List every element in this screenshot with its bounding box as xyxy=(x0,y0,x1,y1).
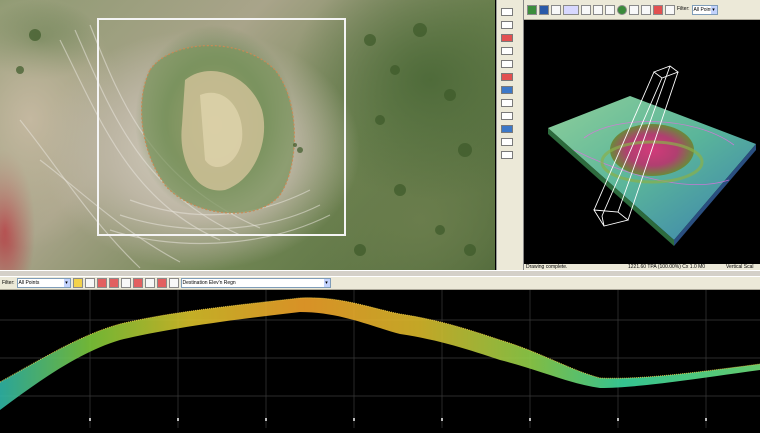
export-icon[interactable] xyxy=(501,125,513,133)
viewer-3d-window: Filter: All Points ▾ Drawing complete. 1… xyxy=(524,0,760,270)
select-points-icon[interactable] xyxy=(84,278,95,288)
color-icon[interactable] xyxy=(501,86,513,94)
measure-icon[interactable] xyxy=(641,4,651,15)
viewer-3d-canvas[interactable] xyxy=(524,20,760,264)
classification-icon[interactable] xyxy=(563,4,579,15)
grid-icon[interactable] xyxy=(501,99,513,107)
chevron-down-icon: ▾ xyxy=(710,5,717,14)
settings-icon[interactable] xyxy=(501,138,513,146)
zoom-in-icon[interactable] xyxy=(593,4,603,15)
unclassify-icon[interactable] xyxy=(108,278,119,288)
color-mode-icon[interactable] xyxy=(539,4,549,15)
chevron-down-icon: ▾ xyxy=(63,279,70,287)
draw-icon[interactable] xyxy=(501,60,513,68)
viewer-toolbar: Filter: All Points ▾ xyxy=(524,0,760,20)
info-icon[interactable] xyxy=(501,151,513,159)
display-mode-icon[interactable] xyxy=(527,4,537,15)
layer-icon[interactable] xyxy=(501,73,513,81)
info-icon[interactable] xyxy=(665,4,675,15)
profile-view[interactable] xyxy=(0,290,760,428)
profile-icon[interactable] xyxy=(501,112,513,120)
delete-icon[interactable] xyxy=(653,4,663,15)
building-icon[interactable] xyxy=(144,278,155,288)
chevron-down-icon: ▾ xyxy=(323,279,330,287)
viewer-filter-label: Filter: xyxy=(677,6,690,12)
map-view[interactable] xyxy=(0,0,495,270)
selection-rectangle[interactable] xyxy=(97,18,346,236)
vegetation-icon[interactable] xyxy=(132,278,143,288)
classify-icon[interactable] xyxy=(96,278,107,288)
noise-icon[interactable] xyxy=(168,278,179,288)
vertical-toolbar xyxy=(496,0,524,270)
destination-select[interactable]: Destination Elev'n Regn ▾ xyxy=(180,278,331,288)
profile-filter-label: Filter: xyxy=(2,279,15,286)
zoom-out-icon[interactable] xyxy=(605,4,615,15)
filter-icon[interactable] xyxy=(72,278,83,288)
ground-icon[interactable] xyxy=(120,278,131,288)
points-icon[interactable] xyxy=(551,4,561,15)
profile-toolbar: Filter: All Points ▾ Destination Elev'n … xyxy=(0,276,760,290)
pan-icon[interactable] xyxy=(501,34,513,42)
destination-label: Destination Elev'n Regn xyxy=(182,280,236,286)
profile-axis-ticks xyxy=(89,418,707,421)
profile-filter-value: All Points xyxy=(18,280,40,286)
globe-icon[interactable] xyxy=(617,4,627,15)
rotate-icon[interactable] xyxy=(629,4,639,15)
zoom-icon[interactable] xyxy=(501,21,513,29)
select-icon[interactable] xyxy=(501,8,513,16)
terrain-3d-render xyxy=(548,65,756,246)
profile-filter-select[interactable]: All Points ▾ xyxy=(16,278,71,288)
viewer-filter-select[interactable]: All Points ▾ xyxy=(691,4,718,15)
grid-icon[interactable] xyxy=(581,4,591,15)
profile-plot xyxy=(0,290,760,428)
measure-icon[interactable] xyxy=(501,47,513,55)
profile-point-cloud xyxy=(0,297,760,410)
water-icon[interactable] xyxy=(156,278,167,288)
